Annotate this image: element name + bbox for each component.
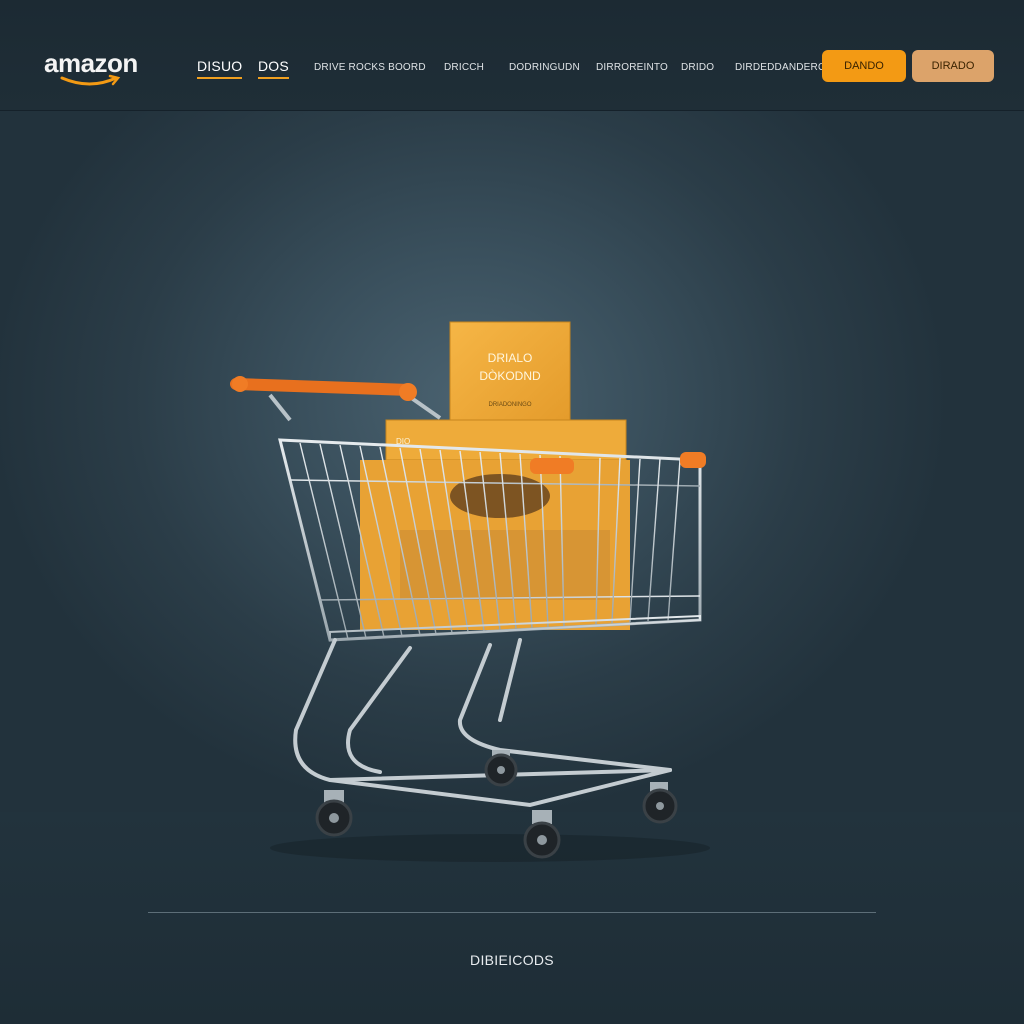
shopping-cart-illustration: DRIALO DÒKODND DRIADONINGO DIO — [230, 321, 710, 862]
top-navigation-bar: amazon DISUO DOS DRIVE ROCKS BOORD DRICC… — [0, 0, 1024, 111]
nav-item-disuo[interactable]: DISUO — [197, 58, 243, 79]
wheel-back-center — [484, 750, 518, 787]
cart-frame — [293, 638, 672, 808]
footer-caption: DIBIEICODS — [470, 952, 554, 968]
wheel-front-center — [523, 810, 561, 859]
footer-divider — [148, 912, 876, 913]
nav-item-dirroreinto[interactable]: DIRROREINTO — [596, 62, 668, 73]
primary-cta-button[interactable]: DANDO — [822, 50, 906, 82]
nav-item-dodringudn[interactable]: DODRINGUDN — [509, 62, 580, 73]
nav-item-dos[interactable]: DOS — [258, 58, 289, 79]
box-title-line2: DÒKODND — [479, 368, 541, 383]
logo-smile-icon — [60, 74, 121, 86]
product-box: DRIALO DÒKODND DRIADONINGO — [449, 321, 571, 433]
basket-bumper-front — [530, 458, 574, 474]
wheel-front-left — [315, 790, 353, 837]
box-subtitle: DRIADONINGO — [488, 402, 531, 408]
nav-item-dirdeddandero[interactable]: DIRDEDDANDERO — [735, 62, 826, 73]
nav-item-drive-rocks-boord[interactable]: DRIVE ROCKS BOORD — [314, 62, 426, 73]
wheel-back-right — [642, 782, 678, 824]
cart-handle — [230, 376, 442, 422]
box-title-line1: DRIALO — [488, 351, 533, 365]
basket-bumper-back — [680, 452, 706, 468]
nav-item-drido[interactable]: DRIDO — [681, 62, 714, 73]
secondary-cta-button[interactable]: DIRADO — [912, 50, 994, 82]
nav-item-dricch[interactable]: DRICCH — [444, 62, 484, 73]
